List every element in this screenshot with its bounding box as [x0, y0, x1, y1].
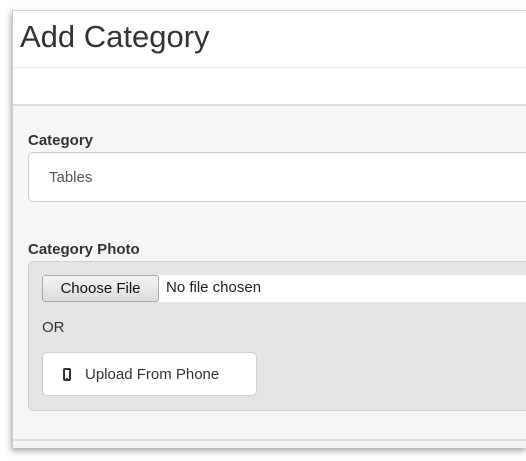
mobile-phone-icon	[63, 367, 71, 381]
file-input[interactable]: Choose File No file chosen	[42, 275, 526, 302]
header-band	[13, 68, 526, 104]
photo-upload-well: Choose File No file chosen OR Upload Fro…	[28, 261, 526, 411]
panel-divider	[13, 439, 526, 441]
file-status-text: No file chosen	[166, 279, 262, 296]
category-input[interactable]	[28, 152, 526, 202]
upload-from-phone-button[interactable]: Upload From Phone	[42, 352, 257, 396]
page-header: Add Category	[13, 11, 526, 68]
upload-from-phone-label: Upload From Phone	[85, 365, 220, 383]
category-label: Category	[28, 132, 94, 149]
page-title: Add Category	[20, 19, 210, 54]
window-frame: Add Category Category Category Photo Cho…	[12, 10, 526, 448]
choose-file-button[interactable]: Choose File	[42, 275, 159, 302]
form-panel: Category Category Photo Choose File No f…	[13, 106, 526, 444]
or-separator: OR	[42, 319, 65, 336]
category-photo-label: Category Photo	[28, 241, 140, 258]
